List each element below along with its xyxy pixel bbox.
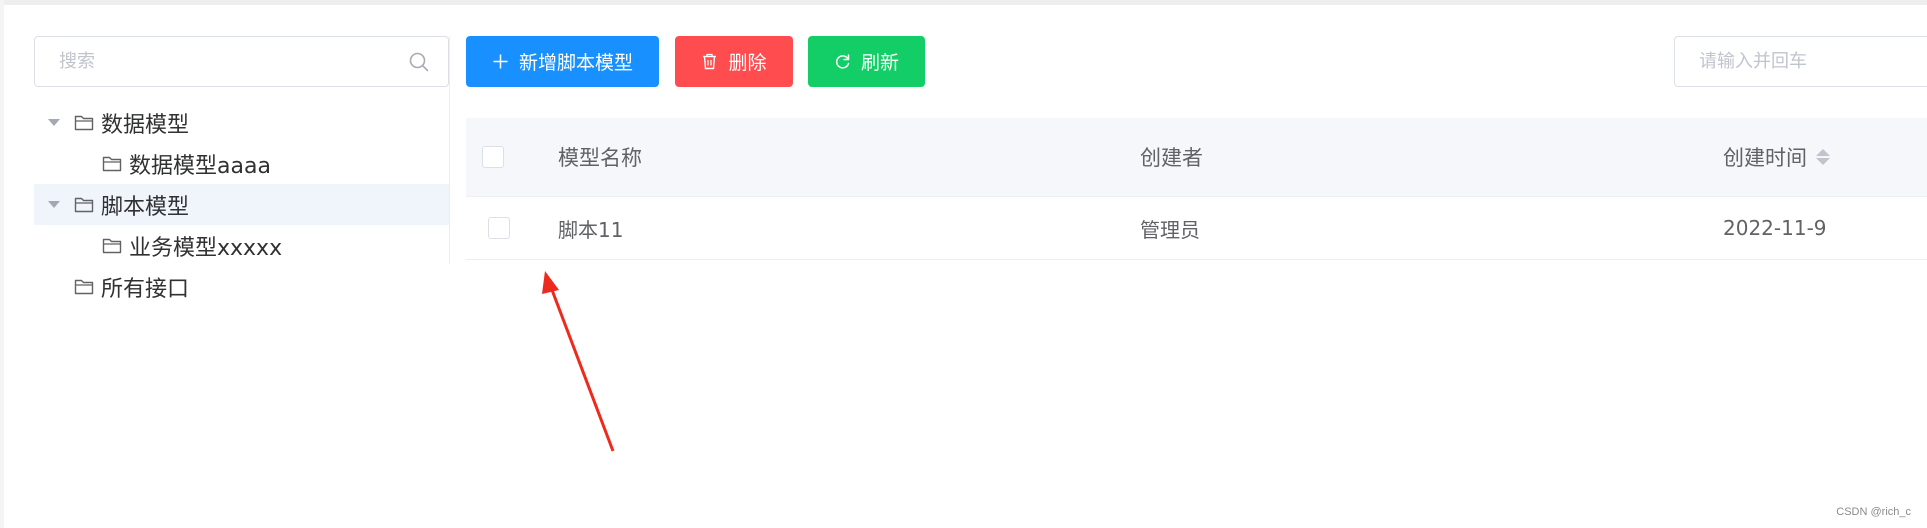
tree-node-all-apis[interactable]: 所有接口	[34, 266, 449, 307]
annotation-arrow-icon	[542, 271, 615, 452]
sort-caret-icon[interactable]	[1816, 149, 1830, 165]
plus-icon	[493, 54, 508, 69]
table-search-input[interactable]	[1699, 37, 1919, 86]
watermark: CSDN @rich_c	[1836, 506, 1911, 518]
table-row[interactable]: 脚本11 管理员 2022-11-9	[466, 197, 1927, 260]
tree-node-script-model[interactable]: 脚本模型	[34, 184, 449, 225]
top-border	[0, 0, 1927, 5]
refresh-icon	[835, 54, 850, 69]
add-button-label: 新增脚本模型	[518, 52, 633, 74]
tree-node-label: 脚本模型	[101, 194, 190, 220]
model-table: 模型名称 创建者 创建时间 脚本11 管理员 2022-11-9	[466, 118, 1927, 260]
folder-icon	[74, 279, 94, 295]
sidebar: 数据模型 数据模型aaaa 脚本模型 业务模型xxxxx	[34, 36, 450, 302]
tree-node-label: 业务模型xxxxx	[129, 235, 283, 261]
tree-node-data-model-aaaa[interactable]: 数据模型aaaa	[34, 143, 449, 184]
refresh-button[interactable]: 刷新	[808, 36, 925, 87]
cell-created-time: 2022-11-9	[1723, 216, 1827, 240]
sidebar-search-input[interactable]	[59, 37, 399, 86]
folder-icon	[102, 238, 122, 254]
folder-icon	[74, 115, 94, 131]
row-checkbox[interactable]	[488, 217, 510, 239]
tree-node-label: 所有接口	[101, 276, 190, 302]
row-checkbox-cell	[488, 197, 510, 259]
folder-icon	[102, 156, 122, 172]
column-header-name: 模型名称	[558, 146, 642, 170]
cell-creator: 管理员	[1140, 217, 1200, 242]
tree-node-label: 数据模型aaaa	[129, 153, 271, 179]
tree-node-business-model[interactable]: 业务模型xxxxx	[34, 225, 449, 266]
sidebar-search[interactable]	[34, 36, 449, 87]
trash-icon	[703, 53, 717, 70]
delete-button-label: 删除	[728, 52, 767, 74]
search-icon[interactable]	[408, 51, 430, 73]
cell-model-name: 脚本11	[558, 217, 624, 242]
tree-node-label: 数据模型	[101, 112, 190, 138]
caret-down-icon[interactable]	[48, 201, 60, 208]
select-all-checkbox[interactable]	[482, 146, 504, 168]
header-checkbox-cell	[482, 118, 504, 196]
table-search[interactable]	[1674, 36, 1927, 87]
table-header: 模型名称 创建者 创建时间	[466, 118, 1927, 197]
column-header-created-time[interactable]: 创建时间	[1723, 118, 1830, 196]
folder-icon	[74, 197, 94, 213]
tree-node-data-model[interactable]: 数据模型	[34, 102, 449, 143]
caret-down-icon[interactable]	[48, 119, 60, 126]
model-tree: 数据模型 数据模型aaaa 脚本模型 业务模型xxxxx 所有接口	[34, 102, 449, 307]
delete-button[interactable]: 删除	[675, 36, 793, 87]
column-header-creator: 创建者	[1140, 146, 1203, 170]
refresh-button-label: 刷新	[860, 52, 899, 74]
left-edge	[0, 0, 4, 528]
add-script-model-button[interactable]: 新增脚本模型	[466, 36, 659, 87]
